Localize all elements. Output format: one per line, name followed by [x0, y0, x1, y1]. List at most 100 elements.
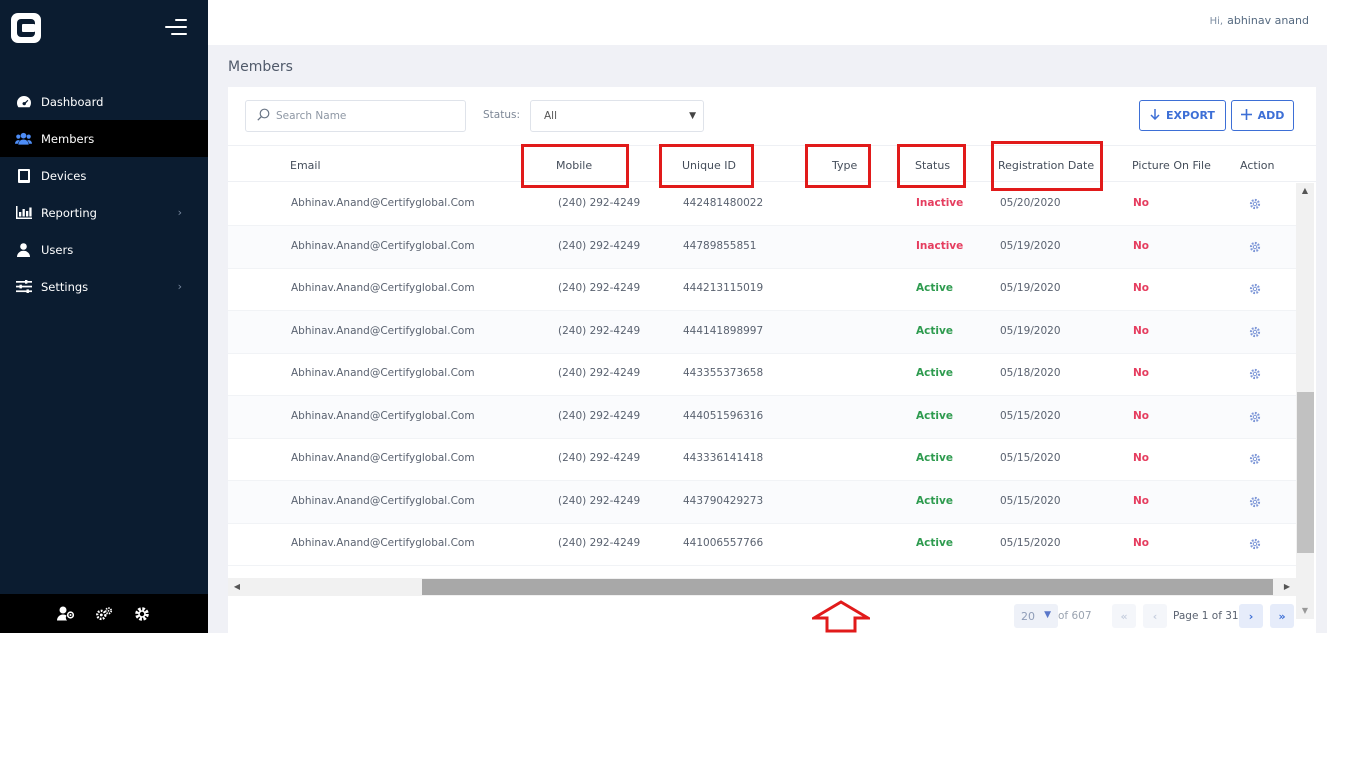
- cell-email: Abhinav.Anand@Certifyglobal.Com: [291, 239, 475, 252]
- sidebar-item-reporting[interactable]: Reporting ›: [0, 194, 208, 231]
- cell-picture-on-file: No: [1133, 239, 1150, 252]
- row-settings-gear-icon[interactable]: [1249, 411, 1261, 423]
- devices-icon: [15, 168, 32, 183]
- plus-icon: [1240, 108, 1252, 123]
- table-row[interactable]: Abhinav.Anand@Certifyglobal.Com (240) 292…: [228, 480, 1296, 524]
- cell-registration-date: 05/19/2020: [1000, 324, 1061, 337]
- table-row[interactable]: Abhinav.Anand@Certifyglobal.Com (240) 292…: [228, 523, 1296, 566]
- search-box[interactable]: [245, 100, 466, 132]
- sidebar-item-devices[interactable]: Devices: [0, 157, 208, 194]
- row-settings-gear-icon[interactable]: [1249, 538, 1261, 550]
- sidebar-item-label: Reporting: [41, 205, 97, 220]
- greeting-text: Hi,: [1209, 16, 1224, 27]
- chevron-right-icon: ›: [177, 280, 182, 293]
- sidebar-item-settings[interactable]: Settings ›: [0, 268, 208, 305]
- column-header-picture-on-file[interactable]: Picture On File: [1132, 159, 1211, 172]
- cell-status: Active: [916, 367, 953, 379]
- cell-status: Active: [916, 537, 953, 549]
- sidebar-item-users[interactable]: Users: [0, 231, 208, 268]
- cell-unique-id: 443336141418: [683, 452, 764, 464]
- horizontal-scroll-thumb[interactable]: [422, 579, 1273, 595]
- add-member-button[interactable]: ADD: [1231, 100, 1294, 131]
- table-row[interactable]: Abhinav.Anand@Certifyglobal.Com (240) 292…: [228, 310, 1296, 354]
- menu-toggle-icon[interactable]: [165, 19, 187, 35]
- user-settings-icon[interactable]: [57, 605, 75, 623]
- double-chevron-left-icon: «: [1120, 609, 1128, 623]
- table-row[interactable]: Abhinav.Anand@Certifyglobal.Com (240) 292…: [228, 183, 1296, 226]
- page-size-value: 20: [1021, 609, 1035, 623]
- table-row[interactable]: Abhinav.Anand@Certifyglobal.Com (240) 292…: [228, 395, 1296, 439]
- reporting-icon: [15, 206, 32, 220]
- app-logo[interactable]: [11, 13, 41, 43]
- sidebar-item-label: Members: [41, 131, 95, 146]
- cell-unique-id: 444213115019: [683, 282, 764, 294]
- chevron-right-icon: ›: [1248, 609, 1254, 623]
- dashboard-icon: [15, 95, 32, 109]
- annotation-box-status: [897, 144, 966, 188]
- horizontal-scrollbar[interactable]: ◀ ▶: [228, 578, 1296, 596]
- members-icon: [15, 132, 32, 146]
- export-button[interactable]: EXPORT: [1139, 100, 1226, 131]
- scroll-right-icon[interactable]: ▶: [1278, 578, 1296, 596]
- cell-picture-on-file: No: [1133, 537, 1150, 549]
- cell-mobile: (240) 292-4249: [558, 367, 641, 379]
- annotation-box-mobile: [521, 144, 629, 188]
- cell-picture-on-file: No: [1133, 282, 1150, 294]
- cell-registration-date: 05/15/2020: [1000, 452, 1061, 464]
- cell-email: Abhinav.Anand@Certifyglobal.Com: [291, 324, 475, 337]
- column-header-action: Action: [1240, 159, 1275, 172]
- row-settings-gear-icon[interactable]: [1249, 496, 1261, 508]
- cell-email: Abhinav.Anand@Certifyglobal.Com: [291, 452, 475, 464]
- cell-registration-date: 05/15/2020: [1000, 409, 1061, 422]
- annotation-box-unique-id: [659, 144, 754, 188]
- status-filter-select[interactable]: All ▼: [530, 100, 704, 132]
- annotation-arrow-icon: [812, 600, 870, 633]
- row-settings-gear-icon[interactable]: [1249, 326, 1261, 338]
- previous-page-button[interactable]: ‹: [1143, 604, 1167, 628]
- page-title: Members: [228, 59, 293, 75]
- sidebar-item-dashboard[interactable]: Dashboard: [0, 83, 208, 120]
- page-size-select[interactable]: 20 ▼: [1014, 604, 1058, 628]
- cell-registration-date: 05/20/2020: [1000, 197, 1061, 209]
- cell-email: Abhinav.Anand@Certifyglobal.Com: [291, 197, 475, 209]
- add-label: ADD: [1257, 109, 1285, 122]
- cell-mobile: (240) 292-4249: [558, 239, 641, 252]
- export-label: EXPORT: [1166, 109, 1215, 122]
- table-row[interactable]: Abhinav.Anand@Certifyglobal.Com (240) 292…: [228, 438, 1296, 481]
- sidebar-item-members[interactable]: Members: [0, 120, 208, 157]
- row-settings-gear-icon[interactable]: [1249, 453, 1261, 465]
- download-arrow-icon: [1150, 108, 1160, 123]
- main-content: Members Status: All ▼ EXPORT ADD E: [208, 45, 1327, 633]
- gears-icon[interactable]: [95, 605, 113, 623]
- cell-picture-on-file: No: [1133, 324, 1150, 337]
- cell-unique-id: 441006557766: [683, 537, 764, 549]
- last-page-button[interactable]: »: [1270, 604, 1294, 628]
- user-greeting[interactable]: Hi, abhinav anand: [1210, 14, 1309, 27]
- column-header-email[interactable]: Email: [290, 159, 321, 172]
- cell-picture-on-file: No: [1133, 452, 1150, 464]
- vertical-scroll-thumb[interactable]: [1297, 392, 1314, 553]
- first-page-button[interactable]: «: [1112, 604, 1136, 628]
- cell-status: Active: [916, 324, 953, 337]
- gear-icon[interactable]: [133, 605, 151, 623]
- table-row[interactable]: Abhinav.Anand@Certifyglobal.Com (240) 292…: [228, 225, 1296, 269]
- cell-mobile: (240) 292-4249: [558, 452, 641, 464]
- table-row[interactable]: Abhinav.Anand@Certifyglobal.Com (240) 292…: [228, 353, 1296, 396]
- row-settings-gear-icon[interactable]: [1249, 283, 1261, 295]
- row-settings-gear-icon[interactable]: [1249, 368, 1261, 380]
- scroll-up-icon[interactable]: ▲: [1296, 183, 1314, 199]
- cell-status: Active: [916, 494, 953, 507]
- status-filter-value: All: [544, 110, 558, 122]
- row-settings-gear-icon[interactable]: [1249, 198, 1261, 210]
- table-row[interactable]: Abhinav.Anand@Certifyglobal.Com (240) 292…: [228, 268, 1296, 311]
- annotation-box-registration-date: [991, 141, 1103, 191]
- row-settings-gear-icon[interactable]: [1249, 241, 1261, 253]
- next-page-button[interactable]: ›: [1239, 604, 1263, 628]
- scroll-left-icon[interactable]: ◀: [228, 578, 246, 596]
- cell-status: Active: [916, 282, 953, 294]
- double-chevron-right-icon: »: [1278, 609, 1286, 623]
- vertical-scrollbar[interactable]: ▲ ▼: [1296, 183, 1314, 619]
- settings-sliders-icon: [15, 280, 32, 294]
- sidebar-item-label: Devices: [41, 168, 87, 183]
- search-input[interactable]: [276, 110, 456, 122]
